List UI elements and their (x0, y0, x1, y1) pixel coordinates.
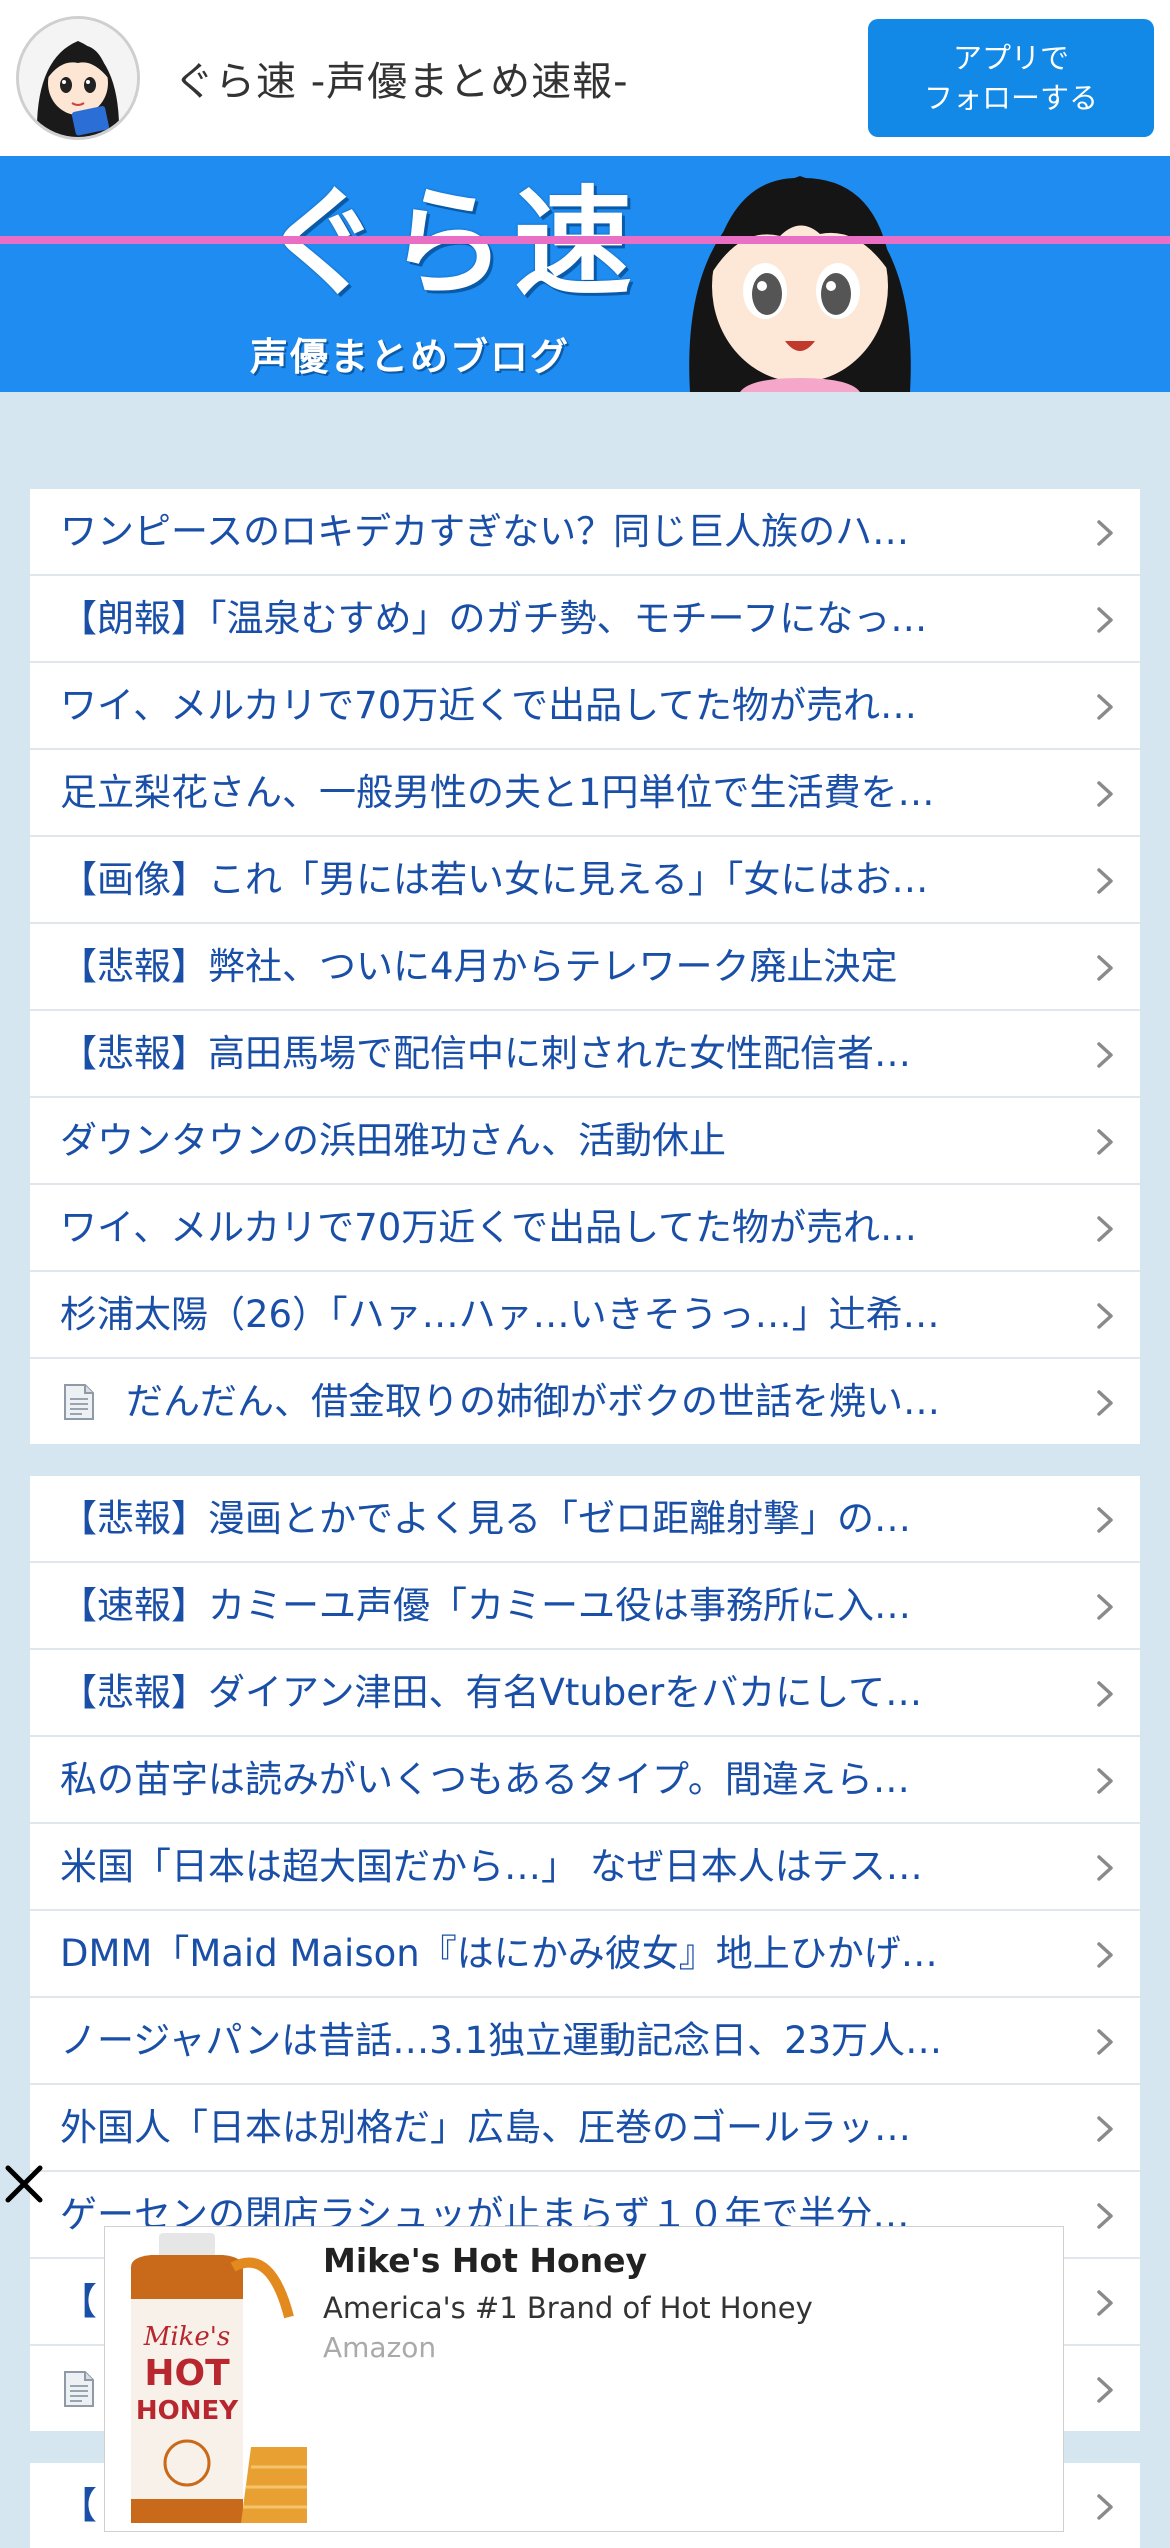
article-list-1: ワンピースのロキデカすぎない？同じ巨人族のハ… 【朗報】「温泉むすめ」のガチ勢、モ… (30, 489, 1140, 1444)
article-title[interactable]: ワイ、メルカリで70万近くで出品してた物が売れ… (60, 663, 1070, 748)
chevron-right-icon (1097, 955, 1113, 981)
chevron-right-icon (1097, 1507, 1113, 1533)
document-icon (64, 2371, 94, 2407)
article-row[interactable]: 【速報】カミーユ声優「カミーユ役は事務所に入… (30, 1563, 1140, 1650)
article-title[interactable]: DMM「Maid Maison『はにかみ彼女』地上ひかげ… (60, 1911, 1070, 1996)
chevron-right-icon (1097, 1216, 1113, 1242)
banner-stripe (0, 236, 1170, 244)
chevron-right-icon (1097, 2203, 1113, 2229)
article-title[interactable]: ノージャパンは昔話…3.1独立運動記念日、23万人… (60, 1998, 1070, 2083)
article-row[interactable]: ワイ、メルカリで70万近くで出品してた物が売れ… (30, 1185, 1140, 1272)
article-row[interactable]: 【画像】これ「男には若い女に見える」「女にはお… (30, 837, 1140, 924)
site-avatar[interactable] (16, 16, 140, 140)
article-row[interactable]: だんだん、借金取りの姉御がボクの世話を焼い… (30, 1359, 1140, 1444)
article-row[interactable]: ワンピースのロキデカすぎない？同じ巨人族のハ… (30, 489, 1140, 576)
article-row[interactable]: 【悲報】弊社、ついに4月からテレワーク廃止決定 (30, 924, 1140, 1011)
bottle-label-hot: HOT (144, 2353, 230, 2394)
article-title[interactable]: だんだん、借金取りの姉御がボクの世話を焼い… (126, 1359, 1070, 1444)
bottle-label-honey: HONEY (136, 2396, 239, 2426)
ad-banner[interactable]: Mike's HOT HONEY Mike's Hot Honey Americ… (104, 2226, 1064, 2532)
article-row[interactable]: 【朗報】「温泉むすめ」のガチ勢、モチーフになっ… (30, 576, 1140, 663)
article-row[interactable]: 私の苗字は読みがいくつもあるタイプ。間違えら… (30, 1737, 1140, 1824)
chevron-right-icon (1097, 2377, 1113, 2403)
article-row[interactable]: ダウンタウンの浜田雅功さん、活動休止 (30, 1098, 1140, 1185)
chevron-right-icon (1097, 2494, 1113, 2520)
document-icon (64, 1384, 94, 1420)
chevron-right-icon (1097, 1390, 1113, 1416)
article-title[interactable]: 【悲報】弊社、ついに4月からテレワーク廃止決定 (60, 924, 1070, 1009)
article-title[interactable]: 【悲報】ダイアン津田、有名Vtuberをバカにして… (60, 1650, 1070, 1735)
ad-description: America's #1 Brand of Hot Honey (323, 2291, 813, 2325)
article-title[interactable]: 【画像】これ「男には若い女に見える」「女にはお… (60, 837, 1070, 922)
article-title[interactable]: 【速報】カミーユ声優「カミーユ役は事務所に入… (60, 1563, 1070, 1648)
site-banner[interactable]: ぐら速 声優まとめブログ (0, 156, 1170, 392)
site-header: ぐら速 -声優まとめ速報- アプリで フォローする (0, 0, 1170, 156)
article-row[interactable]: 外国人「日本は別格だ」広島、圧巻のゴールラッ… (30, 2085, 1140, 2172)
ad-close-icon[interactable] (4, 2164, 44, 2204)
chevron-right-icon (1097, 1768, 1113, 1794)
chevron-right-icon (1097, 2029, 1113, 2055)
article-row[interactable]: 足立梨花さん、一般男性の夫と1円単位で生活費を… (30, 750, 1140, 837)
chevron-right-icon (1097, 520, 1113, 546)
ad-title[interactable]: Mike's Hot Honey (323, 2241, 647, 2280)
chevron-right-icon (1097, 1942, 1113, 1968)
article-row[interactable]: 杉浦太陽（26）「ハァ…ハァ…いきそうっ…」辻希… (30, 1272, 1140, 1359)
follow-in-app-button[interactable]: アプリで フォローする (868, 19, 1154, 137)
article-row[interactable]: DMM「Maid Maison『はにかみ彼女』地上ひかげ… (30, 1911, 1140, 1998)
chevron-right-icon (1097, 868, 1113, 894)
chevron-right-icon (1097, 1042, 1113, 1068)
article-row[interactable]: 【悲報】高田馬場で配信中に刺された女性配信者… (30, 1011, 1140, 1098)
banner-subtitle: 声優まとめブログ (250, 335, 571, 379)
chevron-right-icon (1097, 2290, 1113, 2316)
follow-button-line2: フォローする (923, 81, 1098, 115)
article-title[interactable]: 【悲報】高田馬場で配信中に刺された女性配信者… (60, 1011, 1070, 1096)
site-title: ぐら速 -声優まとめ速報- (174, 59, 629, 105)
honey-bottle-image: Mike's HOT HONEY (111, 2227, 311, 2531)
ad-source: Amazon (323, 2331, 437, 2364)
article-row[interactable]: 【悲報】ダイアン津田、有名Vtuberをバカにして… (30, 1650, 1140, 1737)
chevron-right-icon (1097, 1303, 1113, 1329)
article-title[interactable]: 【朗報】「温泉むすめ」のガチ勢、モチーフになっ… (60, 576, 1070, 661)
article-title[interactable]: ダウンタウンの浜田雅功さん、活動休止 (60, 1098, 1070, 1183)
avatar-girl-icon (19, 19, 137, 137)
article-title[interactable]: 杉浦太陽（26）「ハァ…ハァ…いきそうっ…」辻希… (60, 1272, 1070, 1357)
chevron-right-icon (1097, 1681, 1113, 1707)
chevron-right-icon (1097, 1129, 1113, 1155)
chevron-right-icon (1097, 2116, 1113, 2142)
banner-girl-illustration (689, 176, 911, 392)
article-row[interactable]: ノージャパンは昔話…3.1独立運動記念日、23万人… (30, 1998, 1140, 2085)
chevron-right-icon (1097, 694, 1113, 720)
bottle-label-mikes: Mike's (143, 2322, 231, 2352)
article-title[interactable]: 外国人「日本は別格だ」広島、圧巻のゴールラッ… (60, 2085, 1070, 2170)
article-title[interactable]: 米国「日本は超大国だから…」 なぜ日本人はテス… (60, 1824, 1070, 1909)
follow-button-line1: アプリで (952, 41, 1069, 75)
chevron-right-icon (1097, 1594, 1113, 1620)
chevron-right-icon (1097, 607, 1113, 633)
article-row[interactable]: ワイ、メルカリで70万近くで出品してた物が売れ… (30, 663, 1140, 750)
article-row[interactable]: 【悲報】漫画とかでよく見る「ゼロ距離射撃」の… (30, 1476, 1140, 1563)
article-title[interactable]: 私の苗字は読みがいくつもあるタイプ。間違えら… (60, 1737, 1070, 1822)
chevron-right-icon (1097, 1855, 1113, 1881)
article-title[interactable]: 足立梨花さん、一般男性の夫と1円単位で生活費を… (60, 750, 1070, 835)
article-title[interactable]: ワイ、メルカリで70万近くで出品してた物が売れ… (60, 1185, 1070, 1270)
article-title[interactable]: ワンピースのロキデカすぎない？同じ巨人族のハ… (60, 489, 1070, 574)
article-row[interactable]: 米国「日本は超大国だから…」 なぜ日本人はテス… (30, 1824, 1140, 1911)
chevron-right-icon (1097, 781, 1113, 807)
article-title[interactable]: 【悲報】漫画とかでよく見る「ゼロ距離射撃」の… (60, 1476, 1070, 1561)
